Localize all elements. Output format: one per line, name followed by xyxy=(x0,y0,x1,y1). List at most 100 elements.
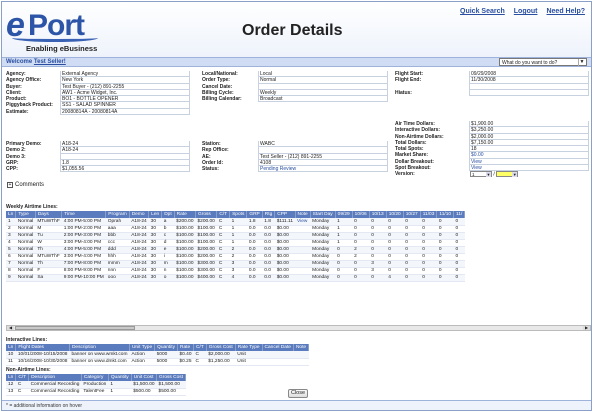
table-cell: 0.0 xyxy=(246,232,263,240)
column-header: Flight Dates xyxy=(15,344,70,351)
horizontal-scrollbar[interactable]: ◀ ▶ xyxy=(6,325,591,331)
comments-toggle[interactable]: + Comments xyxy=(7,182,44,188)
table-cell: W xyxy=(35,239,62,247)
table-cell: hhh xyxy=(105,253,130,261)
table-cell: Action xyxy=(129,351,155,359)
table-row[interactable]: 9 Normal Sa 9:00 PM-10:00 PM ooo A18-24 30 o $10… xyxy=(6,274,465,282)
column-header: 10/06 xyxy=(352,211,370,218)
table-cell: $2,000.00 xyxy=(206,351,236,359)
table-row[interactable]: 2 Normal M 1:00 PM-2:00 PM aaa A18-24 30 b $100.… xyxy=(6,225,465,233)
table-cell: 10 xyxy=(6,351,16,359)
column-header: Spots xyxy=(229,211,248,218)
table-cell: C xyxy=(216,246,230,254)
table-row[interactable]: 1 Normal MTuWThF 4:00 PM-5:00 PM Oprah A18-24… xyxy=(6,218,465,226)
table-cell: Monday xyxy=(310,260,336,268)
table-cell: 0 xyxy=(403,218,421,226)
table-cell: 4 xyxy=(229,274,247,282)
table-row[interactable]: 6 Normal MTuWThF 3:00 PM-4:00 PM hhh A18-24 30… xyxy=(6,253,465,261)
table-cell: 0 xyxy=(436,232,454,240)
table-cell: 1.8 xyxy=(262,218,275,226)
field-row: Status: Pending Review xyxy=(202,166,388,173)
table-row[interactable]: 12 C Commercial Recording Production 1 $1,500… xyxy=(6,381,186,389)
table-row[interactable]: 13 C Commercial Recording TalentFee 1 $500.00… xyxy=(6,388,186,396)
table-row[interactable]: 8 Normal F 8:00 PM-9:00 PM nnn A18-24 30 n $100.… xyxy=(6,267,465,275)
table-cell: 0 xyxy=(352,274,370,282)
scroll-thumb[interactable] xyxy=(15,326,135,330)
table-cell: $0.00 xyxy=(274,239,296,247)
table-cell: $0.00 xyxy=(274,267,296,275)
column-header: Note xyxy=(295,211,311,218)
compare-version-select[interactable]: ▼ xyxy=(496,171,519,178)
table-cell: A18-24 xyxy=(129,260,149,268)
table-cell: 0 xyxy=(420,218,437,226)
chevron-down-icon: ▼ xyxy=(486,172,491,178)
table-cell xyxy=(295,246,311,254)
field-value: 20080814A - 20080814A xyxy=(60,108,190,116)
table-cell: aaa xyxy=(105,225,130,233)
table-row[interactable]: 5 Normal Th 4:00 PM-5:00 PM ddd A18-24 30 e $100… xyxy=(6,246,465,254)
table-cell: 8 xyxy=(6,267,16,275)
need-help-link[interactable]: Need Help? xyxy=(546,8,585,15)
field-value: Broadcast xyxy=(258,96,388,103)
table-cell: 0 xyxy=(369,274,387,282)
table-cell: 7:00 PM-8:00 PM xyxy=(61,260,106,268)
table-cell: 0 xyxy=(352,260,370,268)
table-row[interactable]: 4 Normal W 3:00 PM-4:00 PM ccc A18-24 30 d $100.… xyxy=(6,239,465,247)
quick-search-link[interactable]: Quick Search xyxy=(460,8,505,15)
column-header: Dpt xyxy=(161,211,175,218)
action-dropdown[interactable]: What do you want to do? ▼ xyxy=(499,58,587,66)
table-cell: 0 xyxy=(436,225,454,233)
table-cell: 0 xyxy=(403,274,421,282)
action-dropdown-label: What do you want to do? xyxy=(502,60,558,66)
table-cell: 0 xyxy=(420,274,437,282)
table-cell: 3:00 PM-4:00 PM xyxy=(61,239,106,247)
column-header: C/T xyxy=(15,374,30,381)
table-cell: Unit xyxy=(235,351,263,359)
logout-link[interactable]: Logout xyxy=(514,8,538,15)
table-cell: 0 xyxy=(403,267,421,275)
table-cell: 0 xyxy=(453,267,465,275)
note-view-link[interactable]: View xyxy=(295,218,311,226)
table-cell xyxy=(262,351,294,359)
column-header: C/T xyxy=(216,211,231,218)
weekly-section-title: Weekly Airtime Lines: xyxy=(6,204,58,210)
user-link[interactable]: Test Seller! xyxy=(34,59,66,65)
table-cell: A18-24 xyxy=(129,218,149,226)
field-link[interactable]: Pending Review xyxy=(258,166,388,173)
close-button[interactable]: Close xyxy=(288,389,308,398)
table-cell: 2 xyxy=(352,246,370,254)
field-label: Version: xyxy=(395,171,415,178)
table-cell: 0 xyxy=(436,253,454,261)
scroll-left-icon[interactable]: ◀ xyxy=(7,326,14,330)
table-cell: $100.00 xyxy=(195,232,217,240)
table-cell: ooo xyxy=(105,274,130,282)
table-row[interactable]: 11 10/16/2008-10/30/2008 banner on www.dmk… xyxy=(6,358,309,366)
table-cell: 2 xyxy=(6,225,16,233)
table-cell: 0 xyxy=(420,253,437,261)
column-header: Cancel Date xyxy=(262,344,294,351)
order-info-middle: Local/National: Local Order Type: Normal Can… xyxy=(202,71,388,103)
table-cell: Normal xyxy=(15,232,36,240)
column-header: Demo xyxy=(129,211,150,218)
column-header: 10/27 xyxy=(403,211,421,218)
version-select[interactable]: 1 ▼ xyxy=(470,171,492,178)
table-cell: 0.0 xyxy=(246,246,263,254)
table-row[interactable]: 10 10/01/2008-10/15/2008 banner on www.wmk… xyxy=(6,351,309,359)
table-cell: $111.11 xyxy=(274,218,296,226)
column-header: Unit Cost xyxy=(131,374,158,381)
column-header: Quantity xyxy=(108,374,132,381)
table-cell: 0 xyxy=(420,225,437,233)
table-cell: 13 xyxy=(6,388,16,396)
table-cell: 0 xyxy=(369,253,387,261)
flight-info-right: Flight Start: 09/29/2008 Flight End: 11/30/… xyxy=(395,71,589,97)
table-cell: $0.00 xyxy=(274,274,296,282)
table-row[interactable]: 3 Normal Tu 2:00 PM-3:00 PM bbb A18-24 30 c $100… xyxy=(6,232,465,240)
table-cell: C xyxy=(193,358,207,366)
table-cell: 0 xyxy=(335,253,353,261)
chevron-down-icon: ▼ xyxy=(512,172,518,178)
table-cell: 0.0 xyxy=(262,253,275,261)
table-row[interactable]: 7 Normal Th 7:00 PM-8:00 PM mmm A18-24 30 m $100… xyxy=(6,260,465,268)
table-cell: b xyxy=(161,225,175,233)
scroll-right-icon[interactable]: ▶ xyxy=(583,326,590,330)
field-row: Version: 1 ▼ / ▼ xyxy=(395,171,589,178)
